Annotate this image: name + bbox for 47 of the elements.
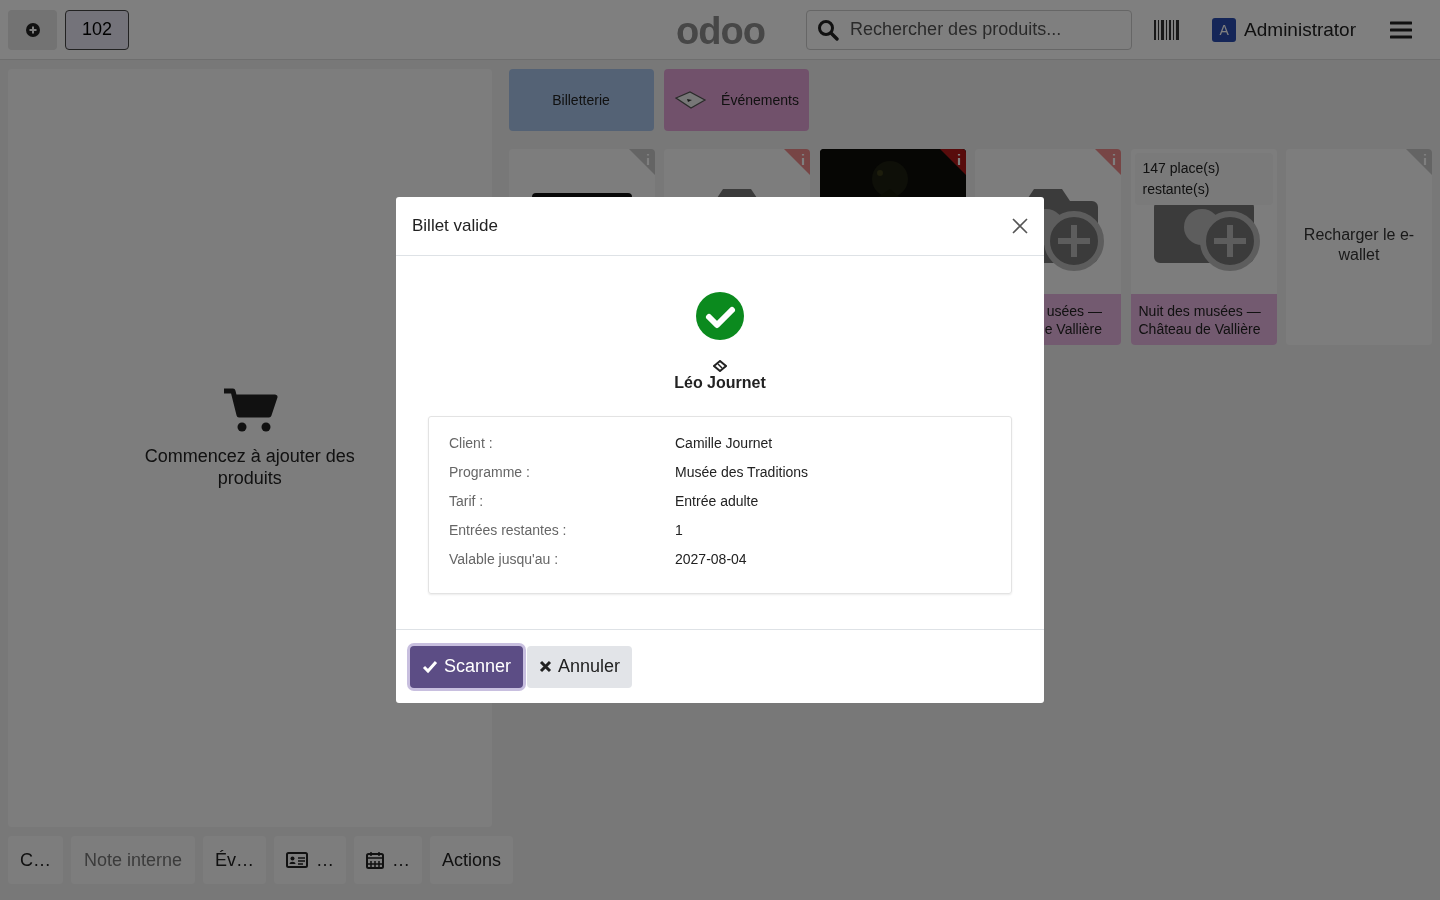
field-value: Musée des Traditions bbox=[675, 463, 809, 482]
control-button[interactable]: Actions bbox=[430, 836, 514, 884]
product-card[interactable]: 147 place(s) restante(s) Nuit des musées — Château de Vallière bbox=[1130, 149, 1277, 345]
control-button[interactable]: Év… bbox=[203, 836, 267, 884]
search-field[interactable]: Rechercher des produits... bbox=[806, 9, 1133, 50]
barcode-icon[interactable] bbox=[1154, 19, 1181, 40]
empty-cart-message: Commencez à ajouter des produits bbox=[143, 445, 356, 489]
product-name: Recharger le e-wallet bbox=[1302, 225, 1416, 265]
field-label: Tarif : bbox=[449, 492, 485, 511]
product-name: Château de Vallière bbox=[1138, 319, 1262, 338]
user-avatar[interactable]: A bbox=[1212, 17, 1237, 42]
check-circle-icon bbox=[696, 292, 744, 340]
field-label: Client : bbox=[449, 434, 494, 453]
plus-circle-icon bbox=[24, 21, 41, 38]
control-button[interactable]: … bbox=[274, 836, 347, 884]
cancel-button[interactable]: Annuler bbox=[527, 645, 633, 688]
close-icon[interactable] bbox=[1011, 217, 1029, 235]
category-button[interactable]: Événements bbox=[663, 69, 809, 131]
id-card-icon bbox=[286, 852, 309, 868]
field-value: Camille Journet bbox=[675, 434, 773, 453]
calendar-icon bbox=[366, 851, 385, 869]
field-value: 1 bbox=[675, 521, 683, 540]
field-value: Entrée adulte bbox=[675, 492, 759, 511]
cart-icon bbox=[221, 387, 278, 433]
product-card[interactable]: Recharger le e-wallet bbox=[1286, 149, 1432, 345]
field-label: Valable jusqu'au : bbox=[449, 550, 560, 569]
ticket-holder-name: Léo Journet bbox=[674, 374, 766, 392]
check-icon bbox=[422, 659, 438, 674]
order-tab[interactable]: 102 bbox=[65, 9, 129, 50]
dialog-title: Billet valide bbox=[412, 216, 498, 236]
product-name: e Vallière bbox=[1044, 319, 1102, 338]
control-button[interactable]: C… bbox=[8, 836, 63, 884]
field-label: Programme : bbox=[449, 463, 531, 482]
field-value: 2027-08-04 bbox=[675, 550, 747, 569]
field-label: Entrées restantes : bbox=[449, 521, 568, 540]
product-name: usées — bbox=[1046, 301, 1102, 320]
product-name: Nuit des musées — bbox=[1138, 301, 1262, 320]
add-order-button[interactable] bbox=[8, 9, 57, 50]
ticket-image-icon bbox=[673, 90, 708, 110]
logo: odoo bbox=[676, 10, 765, 53]
user-name[interactable]: Administrator bbox=[1244, 18, 1356, 41]
scan-button[interactable]: Scanner bbox=[410, 645, 524, 688]
menu-icon[interactable] bbox=[1390, 20, 1412, 39]
control-button[interactable]: … bbox=[354, 836, 423, 884]
category-button[interactable]: Billetterie bbox=[508, 69, 654, 131]
close-icon bbox=[539, 660, 553, 673]
ticket-icon bbox=[713, 360, 727, 372]
